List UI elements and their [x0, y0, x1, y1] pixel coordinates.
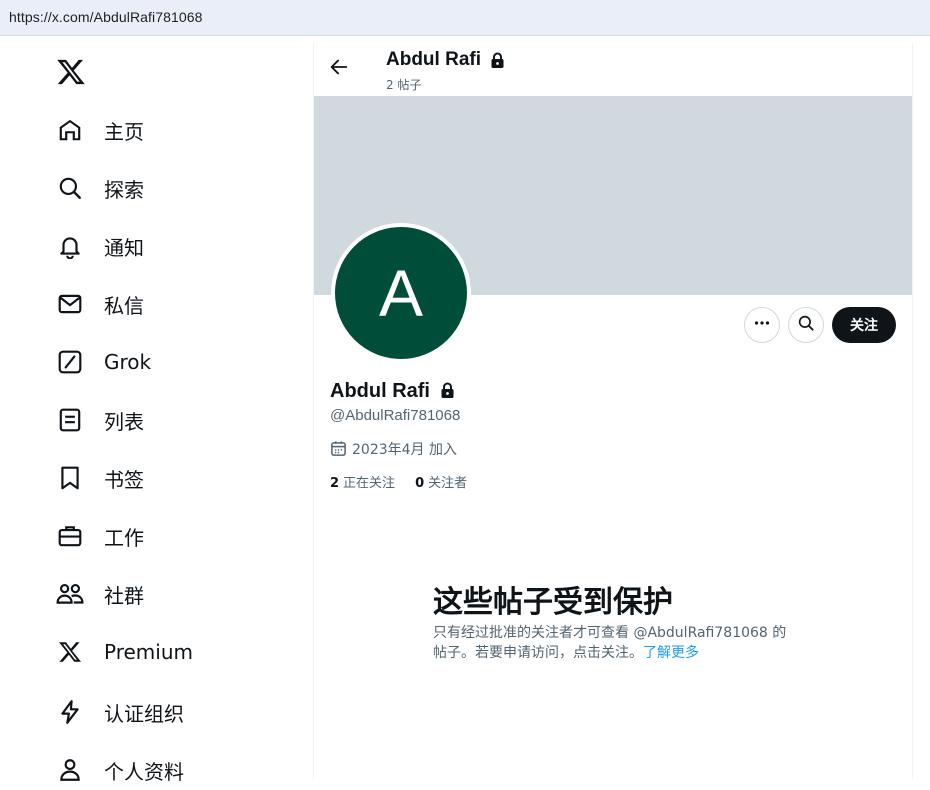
sidebar-nav: 主页 探索 通知 私信 Grok 列表 书签 工作 社群 Premium 认证组… — [0, 37, 313, 784]
person-icon — [56, 756, 84, 784]
sidebar-item-label: 个人资料 — [104, 759, 184, 784]
profile-name: Abdul Rafi — [330, 380, 430, 402]
bell-icon — [56, 232, 84, 260]
sidebar-item-label: 书签 — [104, 467, 144, 492]
join-date-text: 2023年4月 加入 — [352, 442, 457, 458]
sidebar-item-premium[interactable]: Premium — [56, 632, 276, 672]
sidebar-item-label: 主页 — [104, 119, 144, 144]
sidebar-item-jobs[interactable]: 工作 — [56, 516, 276, 556]
avatar[interactable]: A — [331, 223, 471, 363]
grok-icon — [56, 348, 84, 376]
avatar-letter: A — [378, 256, 424, 330]
bookmark-icon — [56, 464, 84, 492]
lock-icon — [440, 382, 455, 399]
search-profile-button[interactable] — [788, 307, 824, 343]
header-post-count: 2 帖子 — [386, 78, 422, 92]
x-logo-icon — [56, 638, 84, 666]
sidebar-item-label: 工作 — [104, 525, 144, 550]
list-icon — [56, 406, 84, 434]
profile-handle: @AbdulRafi781068 — [330, 407, 461, 424]
url-text[interactable]: https://x.com/AbdulRafi781068 — [9, 9, 203, 25]
sidebar-item-label: 列表 — [104, 409, 144, 434]
sidebar-item-grok[interactable]: Grok — [56, 342, 276, 382]
following-label: 正在关注 — [343, 476, 396, 491]
protected-title: 这些帖子受到保护 — [433, 585, 673, 620]
sidebar-item-lists[interactable]: 列表 — [56, 400, 276, 440]
protected-message: 只有经过批准的关注者才可查看 @AbdulRafi781068 的帖子。若要申请… — [433, 623, 793, 663]
sidebar-item-profile[interactable]: 个人资料 — [56, 750, 276, 790]
column-divider — [912, 43, 913, 779]
followers-count: 0 — [415, 476, 425, 491]
mail-icon — [56, 290, 84, 318]
sidebar-item-bookmarks[interactable]: 书签 — [56, 458, 276, 498]
calendar-icon — [330, 440, 348, 458]
sidebar-item-communities[interactable]: 社群 — [56, 574, 276, 614]
x-logo-icon[interactable] — [56, 57, 88, 89]
sidebar-item-label: 社群 — [104, 583, 144, 608]
sidebar-item-label: 私信 — [104, 293, 144, 318]
sidebar-item-notifications[interactable]: 通知 — [56, 226, 276, 266]
join-date: 2023年4月 加入 — [330, 439, 457, 459]
header-profile-name: Abdul Rafi — [386, 49, 481, 70]
back-arrow-icon[interactable] — [328, 56, 354, 82]
sidebar-item-label: 认证组织 — [104, 701, 184, 726]
sidebar-item-explore[interactable]: 探索 — [56, 168, 276, 208]
home-icon — [56, 116, 84, 144]
following-link[interactable]: 2 正在关注 — [330, 472, 395, 491]
sidebar-item-verified-orgs[interactable]: 认证组织 — [56, 692, 276, 732]
sidebar-item-messages[interactable]: 私信 — [56, 284, 276, 324]
lock-icon — [490, 52, 506, 69]
learn-more-link[interactable]: 了解更多 — [643, 645, 699, 661]
sidebar-item-label: Premium — [104, 640, 193, 664]
communities-icon — [56, 580, 84, 608]
follow-stats: 2 正在关注 0 关注者 — [330, 472, 487, 491]
search-icon — [797, 314, 815, 336]
profile-header-bar: Abdul Rafi 2 帖子 — [314, 43, 912, 96]
profile-main-column: Abdul Rafi 2 帖子 A 关注 Abdul Rafi @AbdulRa… — [314, 43, 912, 779]
followers-link[interactable]: 0 关注者 — [415, 472, 467, 491]
followers-label: 关注者 — [428, 476, 468, 491]
following-count: 2 — [330, 476, 340, 491]
search-icon — [56, 174, 84, 202]
lightning-icon — [56, 698, 84, 726]
sidebar-item-home[interactable]: 主页 — [56, 110, 276, 150]
sidebar-item-label: 探索 — [104, 177, 144, 202]
sidebar-item-label: Grok — [104, 350, 152, 374]
browser-address-bar[interactable]: https://x.com/AbdulRafi781068 — [0, 0, 930, 36]
more-options-button[interactable] — [744, 307, 780, 343]
briefcase-icon — [56, 522, 84, 550]
sidebar-item-label: 通知 — [104, 235, 144, 260]
follow-button[interactable]: 关注 — [832, 307, 896, 343]
more-dots-icon — [753, 314, 771, 336]
protected-body-text: 只有经过批准的关注者才可查看 @AbdulRafi781068 的帖子。若要申请… — [433, 625, 787, 661]
